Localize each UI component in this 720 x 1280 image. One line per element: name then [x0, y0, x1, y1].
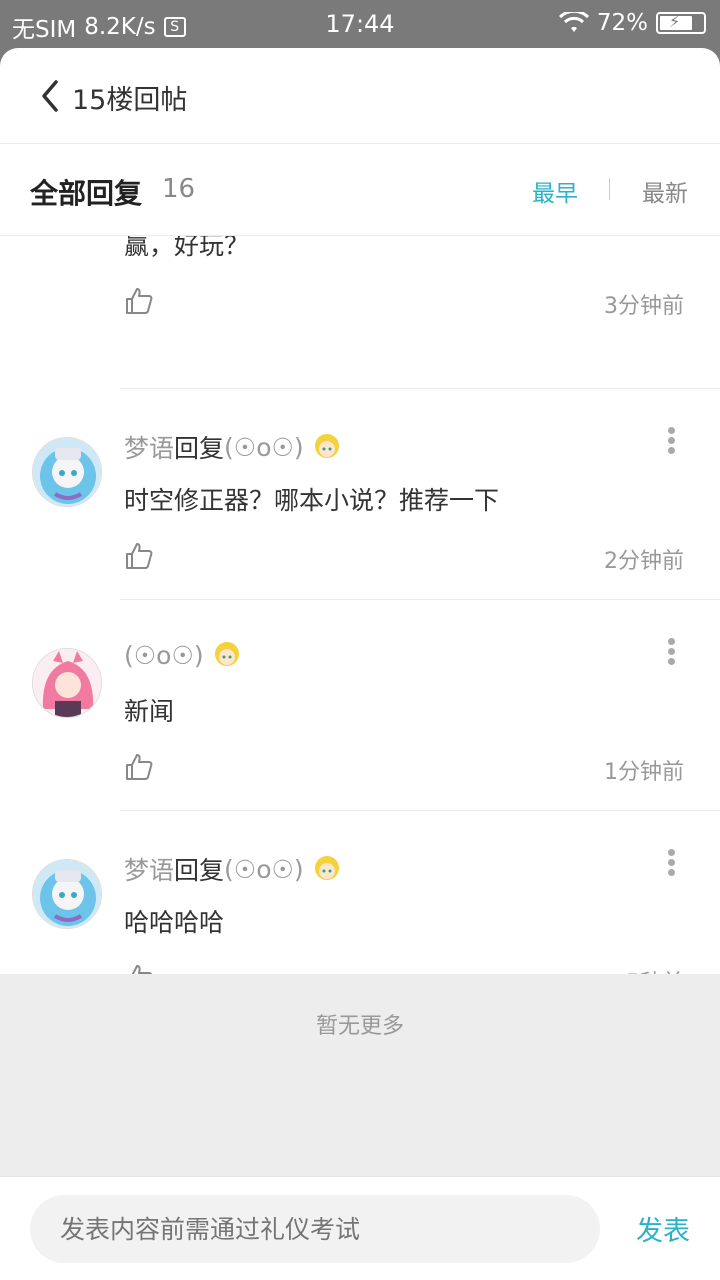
user-avatar[interactable] [32, 648, 102, 718]
all-replies-label: 全部回复 [30, 177, 143, 210]
reply-header: 梦语 回复 (☉o☉) [124, 429, 342, 465]
reply-target-user[interactable]: (☉o☉) [224, 855, 304, 884]
list-end-area: 暂无更多 [0, 974, 720, 1176]
like-thumb-icon[interactable] [124, 286, 154, 316]
sort-newest-tab[interactable]: 最新 [642, 174, 688, 208]
no-more-text: 暂无更多 [315, 1014, 404, 1039]
sort-earliest-tab[interactable]: 最早 [532, 174, 578, 208]
battery-percent: 72% [596, 10, 648, 36]
reply-footer: 1分钟前 [124, 752, 684, 792]
user-avatar[interactable] [32, 859, 102, 929]
reply-header: 梦语 回复 (☉o☉) [124, 851, 342, 887]
reply-verb: 回复 [174, 434, 225, 463]
avatar-pink-girl-icon [33, 649, 101, 717]
cut-reply-text: 赢，好玩？ [124, 236, 250, 260]
reply-time: 5秒前 [626, 965, 684, 974]
reply-footer: 5秒前 [124, 963, 684, 974]
reply-footer: 2分钟前 [124, 541, 684, 581]
reply-item: (☉o☉) 新闻 1分钟前 [0, 600, 720, 810]
more-options-icon[interactable] [666, 638, 676, 666]
reply-footer: 3分钟前 [124, 286, 684, 326]
reply-verb: 回复 [174, 856, 225, 885]
reply-sheet: 15楼回帖 全部回复 16 最早 最新 赢，好玩？ 3分钟前 梦语 回复 (☉o… [0, 48, 720, 1280]
reply-body: 哈哈哈哈 [124, 908, 225, 937]
comment-input[interactable] [30, 1195, 600, 1263]
send-button[interactable]: 发表 [636, 1209, 690, 1248]
like-thumb-icon[interactable] [124, 752, 154, 782]
nav-bar: 15楼回帖 [0, 48, 720, 144]
compose-bar: 发表 [0, 1176, 720, 1280]
like-thumb-icon[interactable] [124, 541, 154, 571]
reply-item: 梦语 回复 (☉o☉) 哈哈哈哈 5秒前 [0, 811, 720, 974]
reply-time: 2分钟前 [604, 549, 684, 574]
reply-filter-bar: 全部回复 16 最早 最新 [0, 144, 720, 236]
reply-time: 1分钟前 [604, 760, 684, 785]
status-bar: 无SIM 8.2K/s S 17:44 72% ⚡ [0, 0, 720, 50]
username[interactable]: 梦语 [124, 851, 174, 887]
username[interactable]: 梦语 [124, 429, 174, 465]
user-avatar[interactable] [32, 437, 102, 507]
user-badge-icon [214, 642, 239, 666]
more-options-icon[interactable] [666, 849, 676, 877]
reply-body: 新闻 [124, 697, 175, 726]
avatar-blue-girl-icon [33, 860, 101, 928]
reply-time: 3分钟前 [604, 294, 684, 319]
wifi-icon [558, 12, 589, 32]
user-badge-icon [314, 856, 339, 880]
battery-icon: ⚡ [656, 12, 706, 34]
username[interactable]: (☉o☉) [124, 641, 204, 670]
user-badge-icon [314, 434, 339, 458]
reply-count: 16 [162, 174, 196, 204]
reply-header: (☉o☉) [124, 640, 242, 670]
reply-body: 时空修正器？哪本小说？推荐一下 [124, 486, 500, 515]
reply-list: 赢，好玩？ 3分钟前 梦语 回复 (☉o☉) 时空修正器？哪本小说？推荐一下 2… [0, 236, 720, 974]
reply-target-user[interactable]: (☉o☉) [224, 433, 304, 462]
sort-divider [609, 178, 610, 200]
back-arrow-icon[interactable] [36, 78, 66, 114]
more-options-icon[interactable] [666, 427, 676, 455]
avatar-blue-girl-icon [33, 438, 101, 506]
page-title: 15楼回帖 [72, 85, 188, 116]
like-thumb-icon[interactable] [124, 963, 154, 974]
status-right: 72% ⚡ [558, 10, 706, 36]
reply-item: 梦语 回复 (☉o☉) 时空修正器？哪本小说？推荐一下 2分钟前 [0, 389, 720, 599]
